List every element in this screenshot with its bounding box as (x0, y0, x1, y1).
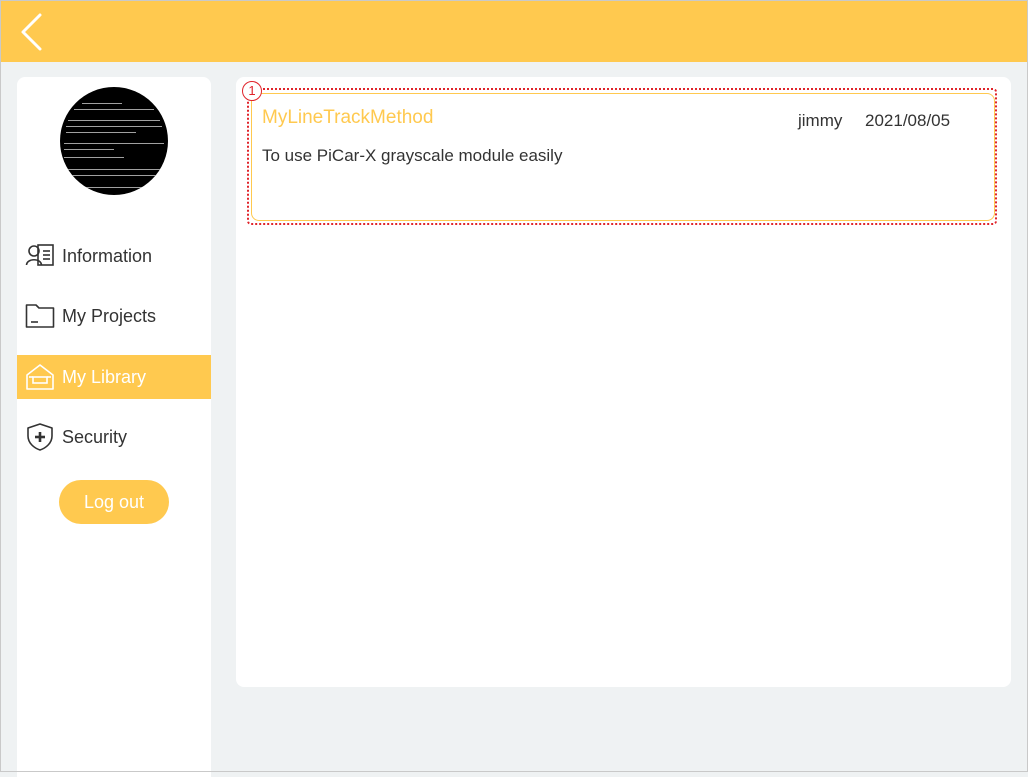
avatar[interactable] (60, 87, 168, 195)
sidebar-item-label: Security (62, 426, 128, 447)
annotation-number-badge: 1 (242, 81, 262, 101)
sidebar-item-my-library[interactable]: My Library (17, 355, 211, 399)
back-button[interactable] (14, 10, 54, 54)
shield-plus-icon (25, 422, 55, 452)
sidebar-item-label: My Library (62, 366, 147, 387)
sidebar-item-label: Information (62, 245, 153, 266)
sidebar-item-my-projects[interactable]: My Projects (17, 294, 211, 338)
logout-button[interactable]: Log out (59, 480, 169, 524)
sidebar-item-label: My Projects (62, 305, 157, 326)
user-card-icon (25, 241, 55, 271)
top-bar (0, 0, 1028, 62)
folder-icon (25, 301, 55, 331)
sidebar-item-security[interactable]: Security (17, 415, 211, 459)
project-card[interactable]: MyLineTrackMethod jimmy 2021/08/05 To us… (251, 93, 995, 221)
sidebar: Information My Projects My Library Secur… (17, 77, 211, 777)
sidebar-item-information[interactable]: Information (17, 234, 211, 278)
chevron-left-icon (21, 13, 42, 51)
project-author: jimmy (798, 111, 843, 130)
home-library-icon (25, 362, 55, 392)
project-description: To use PiCar-X grayscale module easily (262, 146, 563, 165)
project-date: 2021/08/05 (865, 111, 951, 130)
project-title[interactable]: MyLineTrackMethod (262, 107, 433, 129)
